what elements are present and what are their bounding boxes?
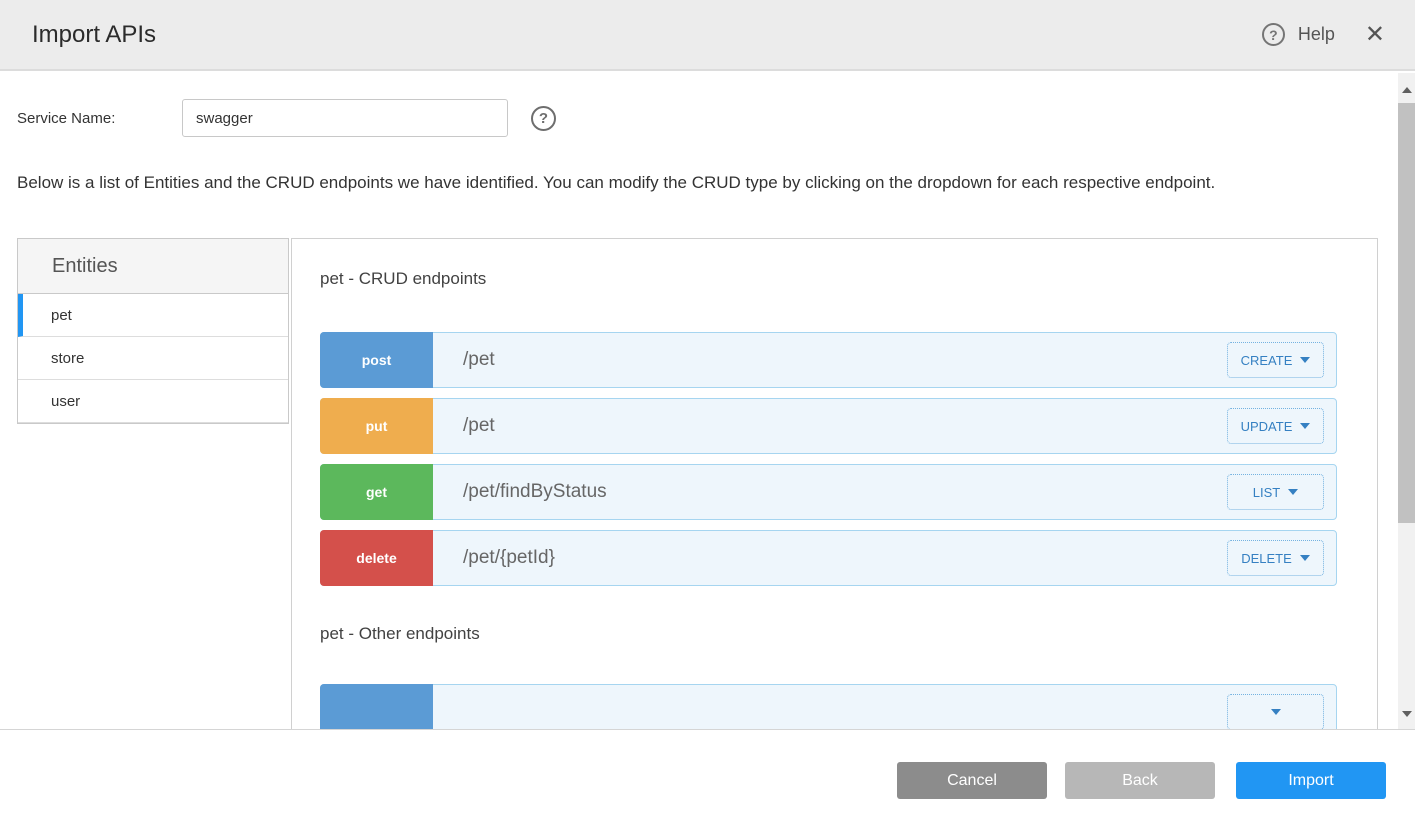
cancel-button[interactable]: Cancel xyxy=(897,762,1047,799)
help-label: Help xyxy=(1298,24,1335,45)
crud-endpoints-title: pet - CRUD endpoints xyxy=(320,269,1337,289)
help-circle-icon: ? xyxy=(1262,23,1285,46)
chevron-down-icon xyxy=(1300,357,1310,363)
endpoints-panel: pet - CRUD endpoints post /pet CREATE pu… xyxy=(291,238,1378,730)
endpoint-row: get /pet/findByStatus LIST xyxy=(320,464,1337,520)
close-icon[interactable]: ✕ xyxy=(1365,23,1385,47)
chevron-down-icon xyxy=(1300,555,1310,561)
main-area: Entities pet store user pet - CRUD endpo… xyxy=(17,238,1378,730)
endpoint-path: /pet/{petId} xyxy=(463,547,555,569)
crud-type-label: CREATE xyxy=(1241,353,1293,368)
endpoint-row: post /pet CREATE xyxy=(320,332,1337,388)
crud-type-dropdown[interactable]: CREATE xyxy=(1227,342,1324,378)
scrollbar-thumb[interactable] xyxy=(1398,103,1415,523)
method-badge-post: post xyxy=(320,332,433,388)
endpoint-row: put /pet UPDATE xyxy=(320,398,1337,454)
crud-type-label: UPDATE xyxy=(1241,419,1293,434)
service-name-help-icon[interactable]: ? xyxy=(531,106,556,131)
vertical-scrollbar[interactable] xyxy=(1398,73,1415,730)
endpoint-row: delete /pet/{petId} DELETE xyxy=(320,530,1337,586)
scroll-up-icon[interactable] xyxy=(1398,81,1415,98)
service-name-label: Service Name: xyxy=(17,110,182,127)
method-badge-post xyxy=(320,684,433,730)
entity-item-pet[interactable]: pet xyxy=(18,294,288,337)
other-endpoints-title: pet - Other endpoints xyxy=(320,624,1337,644)
entity-item-store[interactable]: store xyxy=(18,337,288,380)
crud-type-label: LIST xyxy=(1253,485,1280,500)
entities-panel-title: Entities xyxy=(18,239,288,294)
dialog-header: Import APIs ? Help ✕ xyxy=(0,0,1415,71)
instructions-text: Below is a list of Entities and the CRUD… xyxy=(17,171,1317,194)
dialog-footer: Cancel Back Import xyxy=(0,731,1415,829)
back-button[interactable]: Back xyxy=(1065,762,1215,799)
method-badge-put: put xyxy=(320,398,433,454)
endpoint-path: /pet/findByStatus xyxy=(463,481,607,503)
crud-type-dropdown[interactable] xyxy=(1227,694,1324,730)
entity-item-user[interactable]: user xyxy=(18,380,288,423)
scroll-down-icon[interactable] xyxy=(1398,705,1415,722)
method-badge-delete: delete xyxy=(320,530,433,586)
crud-type-dropdown[interactable]: UPDATE xyxy=(1227,408,1324,444)
dialog-body: Service Name: ? Below is a list of Entit… xyxy=(0,73,1415,730)
header-actions: ? Help ✕ xyxy=(1262,23,1385,47)
service-name-input[interactable] xyxy=(182,99,508,137)
crud-type-dropdown[interactable]: DELETE xyxy=(1227,540,1324,576)
chevron-down-icon xyxy=(1271,709,1281,715)
dialog-content: Service Name: ? Below is a list of Entit… xyxy=(0,73,1398,730)
chevron-down-icon xyxy=(1288,489,1298,495)
endpoint-path: /pet xyxy=(463,349,495,371)
service-name-row: Service Name: ? xyxy=(17,99,1378,137)
import-button[interactable]: Import xyxy=(1236,762,1386,799)
crud-type-dropdown[interactable]: LIST xyxy=(1227,474,1324,510)
method-badge-get: get xyxy=(320,464,433,520)
endpoint-row-partial xyxy=(320,684,1337,730)
chevron-down-icon xyxy=(1300,423,1310,429)
crud-type-label: DELETE xyxy=(1241,551,1292,566)
entities-panel: Entities pet store user xyxy=(17,238,289,424)
endpoint-path: /pet xyxy=(463,415,495,437)
page-title: Import APIs xyxy=(32,21,156,49)
help-button[interactable]: ? Help xyxy=(1262,23,1335,46)
